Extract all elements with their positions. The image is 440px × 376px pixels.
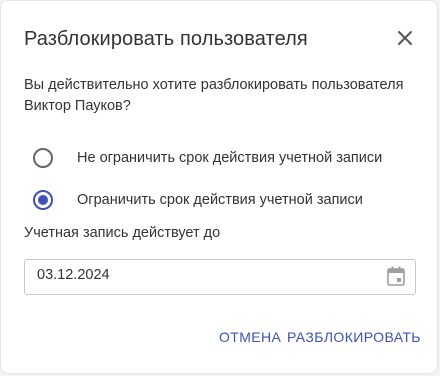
option-limit[interactable]: Ограничить срок действия учетной записи (33, 187, 363, 213)
close-icon (398, 31, 412, 45)
cancel-button[interactable]: ОТМЕНА (219, 329, 281, 345)
validity-date-field[interactable]: 03.12.2024 (24, 259, 416, 295)
option-no-limit-label: Не ограничить срок действия учетной запи… (77, 150, 383, 166)
radio-no-limit[interactable] (33, 148, 53, 168)
dialog-message: Вы действительно хотите разблокировать п… (24, 77, 404, 114)
dialog-title: Разблокировать пользователя (24, 28, 308, 50)
option-no-limit[interactable]: Не ограничить срок действия учетной запи… (33, 145, 382, 171)
validity-label: Учетная запись действует до (24, 225, 221, 241)
close-button[interactable] (392, 25, 418, 51)
validity-date-value: 03.12.2024 (37, 267, 110, 283)
calendar-icon (387, 266, 405, 286)
option-limit-label: Ограничить срок действия учетной записи (77, 192, 363, 208)
radio-selected-dot (38, 195, 48, 205)
calendar-button[interactable] (386, 265, 406, 287)
unlock-user-dialog: Разблокировать пользователя Вы действите… (0, 0, 438, 374)
radio-limit[interactable] (33, 190, 53, 210)
unlock-button[interactable]: РАЗБЛОКИРОВАТЬ (287, 329, 421, 345)
